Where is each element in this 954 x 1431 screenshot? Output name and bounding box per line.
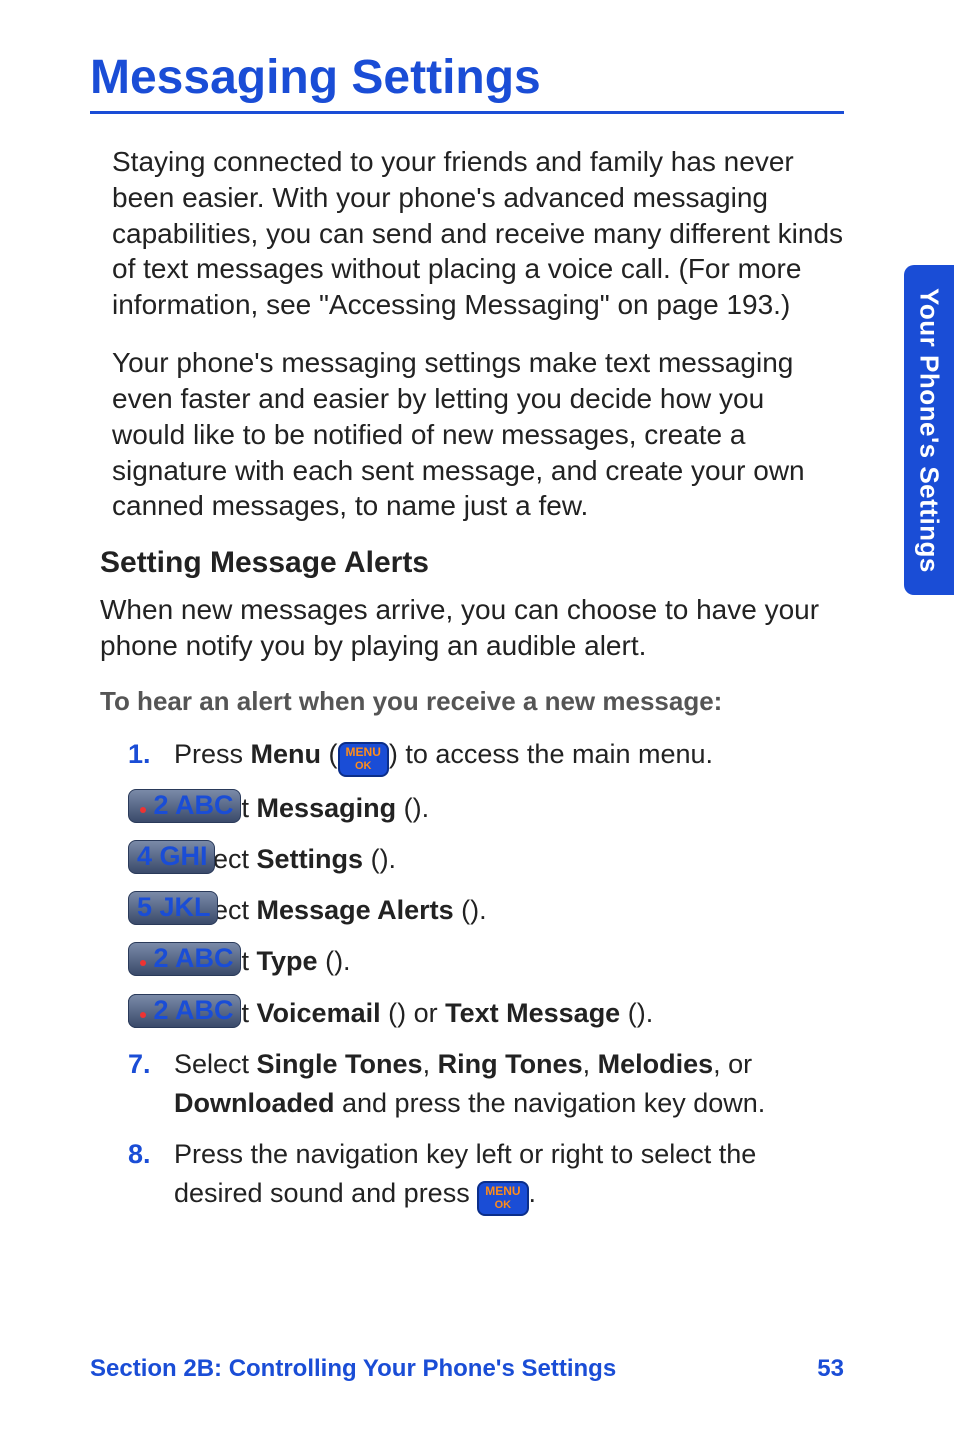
page-title: Messaging Settings <box>90 50 844 105</box>
footer: Section 2B: Controlling Your Phone's Set… <box>90 1355 844 1383</box>
step-text: Select <box>174 1049 257 1079</box>
step-text: ). <box>637 998 654 1028</box>
step-text: , <box>583 1049 598 1079</box>
keypad-4-icon: 4 GHI <box>128 840 215 874</box>
step-5: 5. Select Type ( 2 ABC). <box>128 942 844 981</box>
step-text: Press the navigation key left or right t… <box>174 1139 756 1208</box>
key-label: 2 ABC <box>154 995 234 1025</box>
step-text: ( <box>454 895 471 925</box>
step-number: 1. <box>128 735 151 774</box>
step-bold: Ring Tones <box>438 1049 583 1079</box>
step-3: 3. Select Settings (4 GHI). <box>128 840 844 879</box>
step-1: 1. Press Menu (MENU) to access the main … <box>128 735 844 777</box>
step-bold: Messaging <box>257 793 397 823</box>
step-text: ( <box>620 998 637 1028</box>
step-text: ( <box>363 844 380 874</box>
step-text: ( <box>396 793 413 823</box>
intro-paragraph-2: Your phone's messaging settings make tex… <box>112 345 844 524</box>
menu-ok-key-icon: MENU <box>477 1181 528 1216</box>
step-text: and press the navigation key down. <box>335 1088 766 1118</box>
step-bold: Type <box>257 946 318 976</box>
step-text: ). <box>334 946 351 976</box>
step-7: 7. Select Single Tones, Ring Tones, Melo… <box>128 1045 844 1123</box>
procedure-lead: To hear an alert when you receive a new … <box>100 686 844 717</box>
side-tab-label: Your Phone's Settings <box>914 288 945 573</box>
step-text: ) or <box>397 998 445 1028</box>
step-number: 7. <box>128 1045 151 1084</box>
keypad-5-icon: 5 JKL <box>128 891 218 925</box>
step-bold: Settings <box>257 844 364 874</box>
step-text: , <box>423 1049 438 1079</box>
step-text: Press <box>174 739 251 769</box>
step-bold: Single Tones <box>257 1049 423 1079</box>
title-rule <box>90 111 844 114</box>
sub-paragraph: When new messages arrive, you can choose… <box>100 592 844 664</box>
step-bold: Voicemail <box>257 998 381 1028</box>
page: Your Phone's Settings Messaging Settings… <box>0 0 954 1431</box>
step-text: ) to access the main menu. <box>389 739 713 769</box>
step-text: ). <box>470 895 487 925</box>
intro-paragraph-1: Staying connected to your friends and fa… <box>112 144 844 323</box>
keypad-2-icon: 2 ABC <box>128 789 241 823</box>
step-text: ). <box>413 793 430 823</box>
step-bold: Menu <box>251 739 322 769</box>
step-text: ( <box>381 998 398 1028</box>
step-number: 8. <box>128 1135 151 1174</box>
step-text: . <box>529 1178 537 1208</box>
subheading: Setting Message Alerts <box>100 546 844 580</box>
side-tab: Your Phone's Settings <box>904 265 954 595</box>
menu-ok-key-icon: MENU <box>338 742 389 777</box>
step-text: ( <box>318 946 335 976</box>
step-2: 2. Select Messaging ( 2 ABC). <box>128 789 844 828</box>
step-4: 4. Select Message Alerts (5 JKL). <box>128 891 844 930</box>
key-label: 2 ABC <box>154 790 234 820</box>
step-bold: Message Alerts <box>257 895 454 925</box>
step-bold: Downloaded <box>174 1088 335 1118</box>
steps-list: 1. Press Menu (MENU) to access the main … <box>128 735 844 1216</box>
step-text: ). <box>380 844 397 874</box>
step-text: ( <box>321 739 338 769</box>
key-label: 2 ABC <box>154 943 234 973</box>
keypad-2-icon: 2 ABC <box>128 994 241 1028</box>
footer-page-number: 53 <box>817 1355 844 1383</box>
step-bold: Melodies <box>598 1049 714 1079</box>
step-8: 8. Press the navigation key left or righ… <box>128 1135 844 1216</box>
step-6: 6. Select Voicemail (1 ) or Text Message… <box>128 994 844 1033</box>
step-bold: Text Message <box>445 998 620 1028</box>
footer-section: Section 2B: Controlling Your Phone's Set… <box>90 1355 616 1383</box>
keypad-2-icon: 2 ABC <box>128 942 241 976</box>
step-text: , or <box>713 1049 752 1079</box>
